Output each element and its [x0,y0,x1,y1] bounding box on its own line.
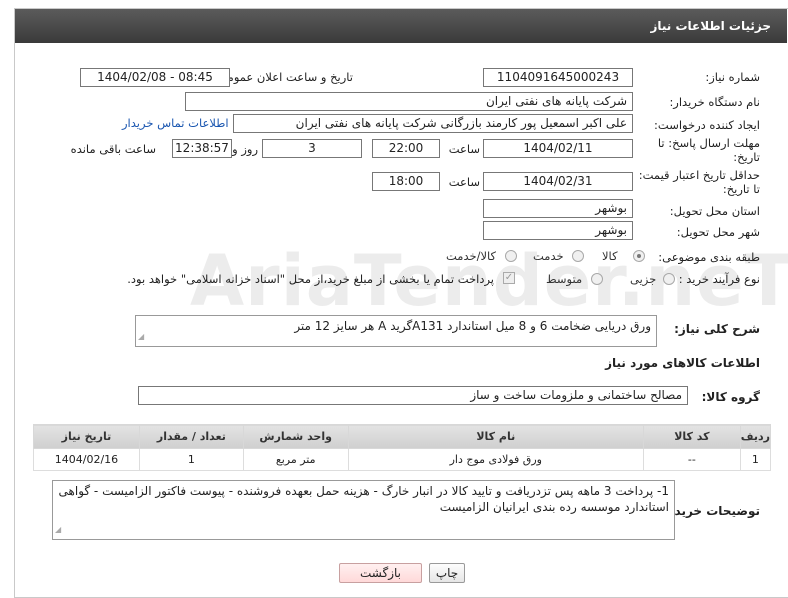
resize-grip-icon[interactable]: ◢ [55,522,61,538]
deadline-label-2: تاریخ: [733,150,760,164]
col-code: کد کالا [642,424,741,449]
col-date: تاریخ نیاز [33,424,140,449]
category-option-service: خدمت [533,249,564,263]
category-radio-both[interactable] [505,250,517,262]
contact-link[interactable]: اطلاعات تماس خریدار [122,116,229,130]
creator-field: علی اکبر اسمعیل پور کارمند بازرگانی شرکت… [233,114,633,133]
creator-label: ایجاد کننده درخواست: [654,118,760,132]
category-option-goods: کالا [602,249,618,263]
category-option-both: کالا/خدمت [446,249,497,263]
goods-section-title: اطلاعات کالاهای مورد نیاز [605,356,760,370]
col-unit: واحد شمارش [242,424,349,449]
validity-time-field: 18:00 [372,172,440,191]
validity-date-field: 1404/02/31 [483,172,633,191]
table-row: 1 -- ورق فولادی موج دار متر مربع 1 1404/… [33,448,772,471]
resize-grip-icon[interactable]: ◢ [138,329,144,345]
goods-table: ردیف کد کالا نام کالا واحد شمارش تعداد /… [33,424,772,471]
col-row: ردیف [739,424,772,449]
validity-label-2: تا تاریخ: [722,182,760,196]
goods-table-header: ردیف کد کالا نام کالا واحد شمارش تعداد /… [33,424,772,449]
province-label: استان محل تحویل: [669,204,760,218]
process-radio-medium[interactable] [591,273,603,285]
deadline-hour-label: ساعت [448,142,480,156]
announce-field: 1404/02/08 - 08:45 [80,68,230,87]
col-name: نام کالا [347,424,644,449]
summary-label: شرح کلی نیاز: [674,322,760,336]
payment-note: پرداخت تمام یا بخشی از مبلغ خرید،از محل … [127,272,494,286]
process-radio-minor[interactable] [663,273,675,285]
cell-unit: متر مربع [242,448,349,471]
need-number-field: 1104091645000243 [483,68,633,87]
col-qty: تعداد / مقدار [138,424,244,449]
print-button[interactable]: چاپ [429,563,465,583]
process-option-medium: متوسط [546,272,583,286]
page-title: جزئیات اطلاعات نیاز [15,9,787,43]
goods-group-field: مصالح ساختمانی و ملزومات ساخت و ساز [138,386,688,405]
buyer-org-label: نام دستگاه خریدار: [669,95,760,109]
summary-field: ورق دریایی ضخامت 6 و 8 میل استاندارد A13… [135,315,657,347]
category-radio-goods[interactable] [633,250,645,262]
cell-code: -- [642,448,741,471]
city-label: شهر محل تحویل: [676,225,760,239]
days-field: 3 [262,139,362,158]
payment-checkbox[interactable]: ✓ [503,272,515,284]
process-option-minor: جزیی [630,272,657,286]
buyer-org-field: شرکت پایانه های نفتی ایران [185,92,633,111]
announce-label: تاریخ و ساعت اعلان عمومی: [214,70,353,84]
cell-date: 1404/02/16 [33,448,140,471]
buyer-notes-field: 1- پرداخت 3 ماهه پس تزدریافت و تایید کال… [52,480,675,540]
cell-name: ورق فولادی موج دار [347,448,644,471]
cell-row: 1 [739,448,772,471]
deadline-label: مهلت ارسال پاسخ: تا [657,136,760,150]
summary-text: ورق دریایی ضخامت 6 و 8 میل استاندارد A13… [294,319,651,333]
category-radio-service[interactable] [572,250,584,262]
remaining-label: ساعت باقی مانده [70,142,156,156]
goods-group-label: گروه کالا: [701,390,760,404]
process-label: نوع فرآیند خرید : [678,272,760,286]
remaining-time-field: 12:38:57 [172,139,232,158]
deadline-time-field: 22:00 [372,139,440,158]
need-number-label: شماره نیاز: [705,70,760,84]
buyer-notes-text: 1- پرداخت 3 ماهه پس تزدریافت و تایید کال… [58,484,669,514]
province-field: بوشهر [483,199,633,218]
category-label: طبقه بندی موضوعی: [658,250,760,264]
deadline-date-field: 1404/02/11 [483,139,633,158]
validity-label: حداقل تاریخ اعتبار قیمت: [638,168,760,182]
back-button[interactable]: بازگشت [339,563,422,583]
validity-hour-label: ساعت [448,175,480,189]
city-field: بوشهر [483,221,633,240]
cell-qty: 1 [138,448,244,471]
days-label: روز و [232,142,258,156]
